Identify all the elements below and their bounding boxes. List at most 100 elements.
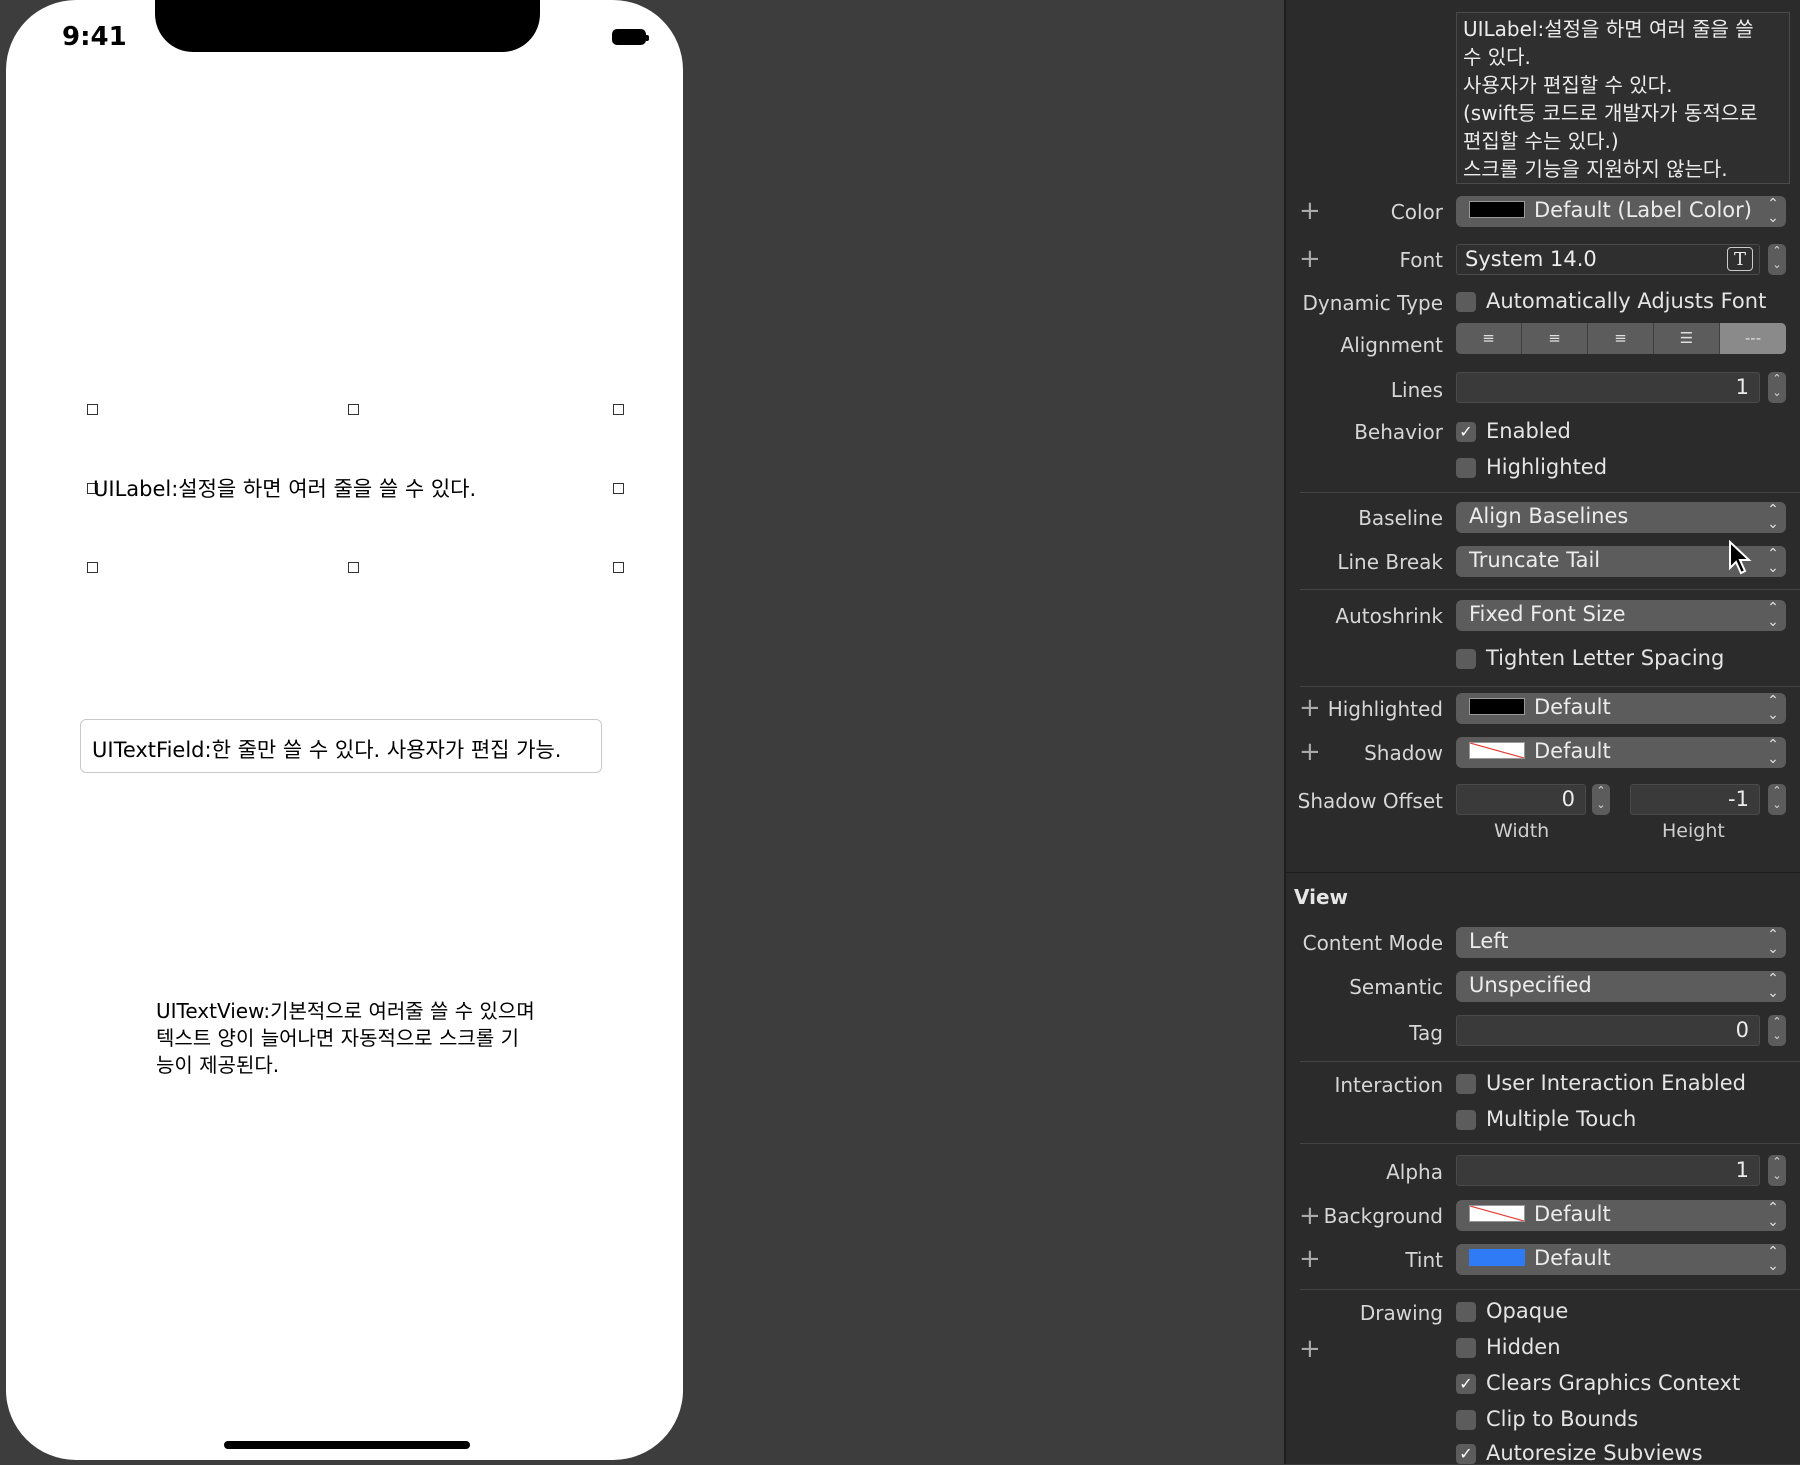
left-align-icon[interactable]: ≡	[1456, 323, 1522, 354]
uitextfield-element[interactable]: UITextField:한 줄만 쓸 수 있다. 사용자가 편집 가능.	[80, 719, 602, 773]
user-interaction-option: User Interaction Enabled	[1486, 1071, 1747, 1095]
baseline-value: Align Baselines	[1469, 504, 1629, 528]
font-field[interactable]: System 14.0 T	[1456, 244, 1760, 275]
alignment-segmented-control[interactable]: ≡ ≡ ≡ ☰ ---	[1456, 323, 1786, 354]
resize-handle-middle-right[interactable]	[613, 483, 624, 494]
shadow-popup[interactable]: Default ⌃ ⌄	[1456, 737, 1786, 768]
shadow-width-stepper[interactable]: ⌃ ⌄	[1592, 784, 1610, 815]
font-size-stepper[interactable]: ⌃ ⌄	[1768, 244, 1786, 275]
alpha-stepper[interactable]: ⌃ ⌄	[1768, 1155, 1786, 1186]
chevron-updown-icon: ⌃ ⌄	[1767, 693, 1779, 723]
alignment-label: Alignment	[1340, 333, 1443, 357]
user-interaction-checkbox[interactable]	[1456, 1074, 1476, 1094]
enabled-checkbox[interactable]: ✓	[1456, 422, 1476, 442]
tint-label: Tint	[1405, 1248, 1443, 1272]
add-variation-highlighted-button[interactable]: +	[1299, 695, 1321, 721]
natural-align-icon[interactable]: ---	[1720, 323, 1786, 354]
label-text-area[interactable]: UILabel:설정을 하면 여러 줄을 쓸 수 있다. 사용자가 편집할 수 …	[1456, 12, 1790, 184]
autoshrink-value: Fixed Font Size	[1469, 602, 1626, 626]
highlighted-option: Highlighted	[1486, 455, 1608, 479]
phone-notch	[155, 0, 540, 52]
tag-label: Tag	[1409, 1021, 1443, 1045]
battery-icon	[612, 29, 649, 45]
width-caption: Width	[1494, 820, 1550, 842]
highlighted-color-label: Highlighted	[1327, 697, 1443, 721]
height-caption: Height	[1662, 820, 1725, 842]
hidden-checkbox[interactable]	[1456, 1338, 1476, 1358]
font-picker-icon[interactable]: T	[1727, 247, 1753, 271]
color-popup[interactable]: Default (Label Color) ⌃ ⌄	[1456, 196, 1786, 227]
shadow-width-field[interactable]: 0	[1456, 784, 1586, 815]
dynamic-type-label: Dynamic Type	[1302, 291, 1444, 315]
center-align-icon[interactable]: ≡	[1522, 323, 1588, 354]
justify-align-icon[interactable]: ☰	[1654, 323, 1720, 354]
autoresize-checkbox[interactable]: ✓	[1456, 1444, 1476, 1464]
behavior-label: Behavior	[1354, 420, 1443, 444]
section-divider	[1300, 589, 1800, 590]
add-variation-color-button[interactable]: +	[1299, 198, 1321, 224]
opaque-checkbox[interactable]	[1456, 1302, 1476, 1322]
multiple-touch-checkbox[interactable]	[1456, 1110, 1476, 1130]
clip-bounds-checkbox[interactable]	[1456, 1410, 1476, 1430]
resize-handle-top-right[interactable]	[613, 404, 624, 415]
highlighted-color-popup[interactable]: Default ⌃ ⌄	[1456, 693, 1786, 724]
lines-field[interactable]: 1	[1456, 372, 1760, 403]
attributes-inspector: UILabel:설정을 하면 여러 줄을 쓸 수 있다. 사용자가 편집할 수 …	[1284, 0, 1800, 1465]
content-mode-popup[interactable]: Left ⌃ ⌄	[1456, 927, 1786, 958]
content-mode-label: Content Mode	[1302, 931, 1443, 955]
chevron-updown-icon: ⌃ ⌄	[1767, 600, 1779, 630]
section-divider	[1300, 492, 1800, 493]
autoshrink-popup[interactable]: Fixed Font Size ⌃ ⌄	[1456, 600, 1786, 631]
lines-label: Lines	[1390, 378, 1443, 402]
color-swatch	[1469, 201, 1525, 218]
alpha-label: Alpha	[1386, 1160, 1443, 1184]
chevron-updown-icon: ⌃ ⌄	[1767, 1200, 1779, 1230]
resize-handle-bottom-center[interactable]	[348, 562, 359, 573]
shadow-height-stepper[interactable]: ⌃ ⌄	[1768, 784, 1786, 815]
font-value: System 14.0	[1465, 247, 1597, 271]
background-popup[interactable]: Default ⌃ ⌄	[1456, 1200, 1786, 1231]
drawing-label: Drawing	[1359, 1301, 1443, 1325]
shadow-height-field[interactable]: -1	[1630, 784, 1760, 815]
add-variation-shadow-button[interactable]: +	[1299, 739, 1321, 765]
tag-stepper[interactable]: ⌃ ⌄	[1768, 1015, 1786, 1046]
view-section-header: View	[1294, 885, 1349, 909]
highlighted-checkbox[interactable]	[1456, 458, 1476, 478]
resize-handle-bottom-right[interactable]	[613, 562, 624, 573]
chevron-updown-icon: ⌃ ⌄	[1767, 927, 1779, 957]
add-variation-font-button[interactable]: +	[1299, 246, 1321, 272]
dynamic-type-checkbox[interactable]	[1456, 292, 1476, 312]
add-variation-tint-button[interactable]: +	[1299, 1246, 1321, 1272]
semantic-popup[interactable]: Unspecified ⌃ ⌄	[1456, 971, 1786, 1002]
resize-handle-top-center[interactable]	[348, 404, 359, 415]
home-indicator	[224, 1441, 470, 1449]
tint-popup[interactable]: Default ⌃ ⌄	[1456, 1244, 1786, 1275]
iphone-canvas: 9:41 UILabel:설정을 하면 여러 줄을 쓸 수 있다. UIText…	[6, 0, 683, 1460]
section-divider	[1300, 1061, 1800, 1062]
uitextview-element[interactable]: UITextView:기본적으로 여러줄 쓸 수 있으며 텍스트 양이 늘어나면…	[156, 998, 536, 1079]
multiple-touch-option: Multiple Touch	[1486, 1107, 1637, 1131]
text-line: (swift등 코드로 개발자가 동적으로	[1463, 101, 1758, 125]
chevron-updown-icon: ⌃ ⌄	[1767, 502, 1779, 532]
tag-field[interactable]: 0	[1456, 1015, 1760, 1046]
add-variation-hidden-button[interactable]: +	[1299, 1336, 1321, 1362]
uilabel-element[interactable]: UILabel:설정을 하면 여러 줄을 쓸 수 있다.	[93, 473, 476, 503]
add-variation-background-button[interactable]: +	[1299, 1203, 1321, 1229]
tighten-checkbox[interactable]	[1456, 649, 1476, 669]
text-line: 사용자가 편집할 수 있다.	[1463, 73, 1673, 97]
chevron-updown-icon: ⌃ ⌄	[1767, 546, 1779, 576]
clip-bounds-option: Clip to Bounds	[1486, 1407, 1639, 1431]
resize-handle-top-left[interactable]	[87, 404, 98, 415]
section-divider	[1286, 872, 1800, 873]
resize-handle-bottom-left[interactable]	[87, 562, 98, 573]
section-divider	[1300, 1289, 1800, 1290]
alpha-field[interactable]: 1	[1456, 1155, 1760, 1186]
shadow-label: Shadow	[1364, 741, 1443, 765]
lines-stepper[interactable]: ⌃ ⌄	[1768, 372, 1786, 403]
highlighted-color-swatch	[1469, 698, 1525, 715]
clears-graphics-checkbox[interactable]: ✓	[1456, 1374, 1476, 1394]
opaque-option: Opaque	[1486, 1299, 1569, 1323]
baseline-popup[interactable]: Align Baselines ⌃ ⌄	[1456, 502, 1786, 533]
right-align-icon[interactable]: ≡	[1588, 323, 1654, 354]
background-value: Default	[1534, 1202, 1611, 1226]
